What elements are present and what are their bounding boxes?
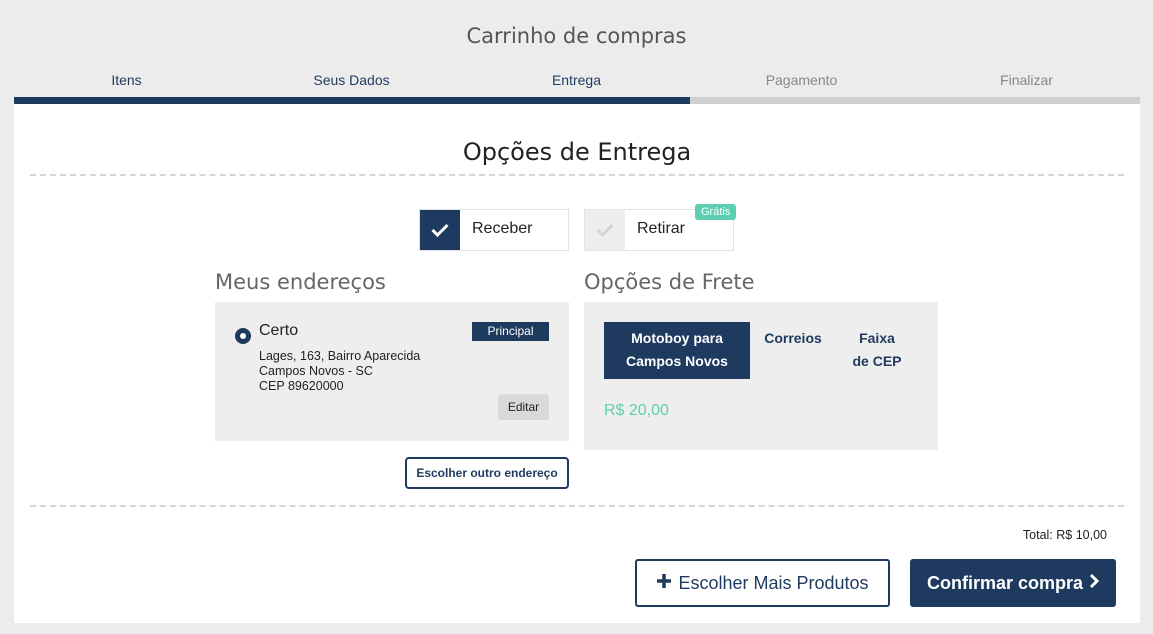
checkout-steps: Itens Seus Dados Entrega Pagamento Final…: [14, 72, 1140, 92]
choose-more-products-button[interactable]: Escolher Mais Produtos: [635, 559, 890, 607]
step-itens[interactable]: Itens: [14, 72, 239, 88]
address-city: Campos Novos - SC: [259, 364, 373, 378]
shipping-option-faixa-cep[interactable]: Faixa de CEP: [840, 322, 914, 379]
address-cep: CEP 89620000: [259, 379, 344, 393]
divider-bottom: [30, 505, 1124, 507]
progress-bar: [14, 97, 1140, 104]
step-pagamento[interactable]: Pagamento: [689, 72, 914, 88]
shipping-option-line: Faixa: [859, 330, 895, 346]
choose-other-address-button[interactable]: Escolher outro endereço: [405, 457, 569, 489]
shipping-option-line: Campos Novos: [626, 353, 728, 369]
receive-label: Receber: [472, 220, 533, 237]
plus-icon: [656, 573, 672, 594]
step-seus-dados[interactable]: Seus Dados: [239, 72, 464, 88]
step-entrega[interactable]: Entrega: [464, 72, 689, 88]
shipping-option-line: Correios: [764, 330, 822, 346]
shipping-option-line: Motoboy para: [631, 330, 723, 346]
shipping-option-motoboy[interactable]: Motoboy para Campos Novos: [604, 322, 750, 379]
free-badge: Grátis: [695, 204, 737, 220]
order-total: Total: R$ 10,00: [1022, 528, 1107, 542]
delivery-card: Opções de Entrega Receber Retirar Grátis…: [14, 104, 1140, 623]
addresses-title: Meus endereços: [215, 270, 386, 294]
address-street: Lages, 163, Bairro Aparecida: [259, 349, 421, 363]
shipping-option-line: de CEP: [852, 353, 902, 369]
chevron-right-icon: [1089, 573, 1100, 594]
confirm-purchase-label: Confirmar compra: [926, 572, 1084, 593]
shipping-price: R$ 20,00: [604, 402, 669, 419]
shipping-options-card: Motoboy para Campos Novos Correios Faixa…: [584, 302, 938, 450]
shipping-title: Opções de Frete: [584, 270, 755, 294]
pickup-label: Retirar: [637, 220, 686, 237]
choose-more-products-label: Escolher Mais Produtos: [678, 572, 869, 593]
check-icon: [585, 210, 625, 250]
check-icon: [420, 210, 460, 250]
principal-badge: Principal: [472, 322, 549, 341]
page-title: Carrinho de compras: [466, 24, 687, 48]
shipping-option-correios[interactable]: Correios: [756, 322, 830, 379]
progress-bar-fill: [14, 97, 690, 104]
confirm-purchase-button[interactable]: Confirmar compra: [910, 559, 1116, 607]
step-finalizar[interactable]: Finalizar: [914, 72, 1139, 88]
address-card: Certo Principal Lages, 163, Bairro Apare…: [215, 302, 569, 441]
edit-address-button[interactable]: Editar: [498, 394, 549, 420]
address-name: Certo: [259, 322, 299, 339]
radio-selected-icon[interactable]: [235, 328, 251, 344]
divider-top: [30, 174, 1124, 176]
receive-option[interactable]: Receber: [419, 209, 569, 251]
section-title: Opções de Entrega: [462, 138, 692, 166]
